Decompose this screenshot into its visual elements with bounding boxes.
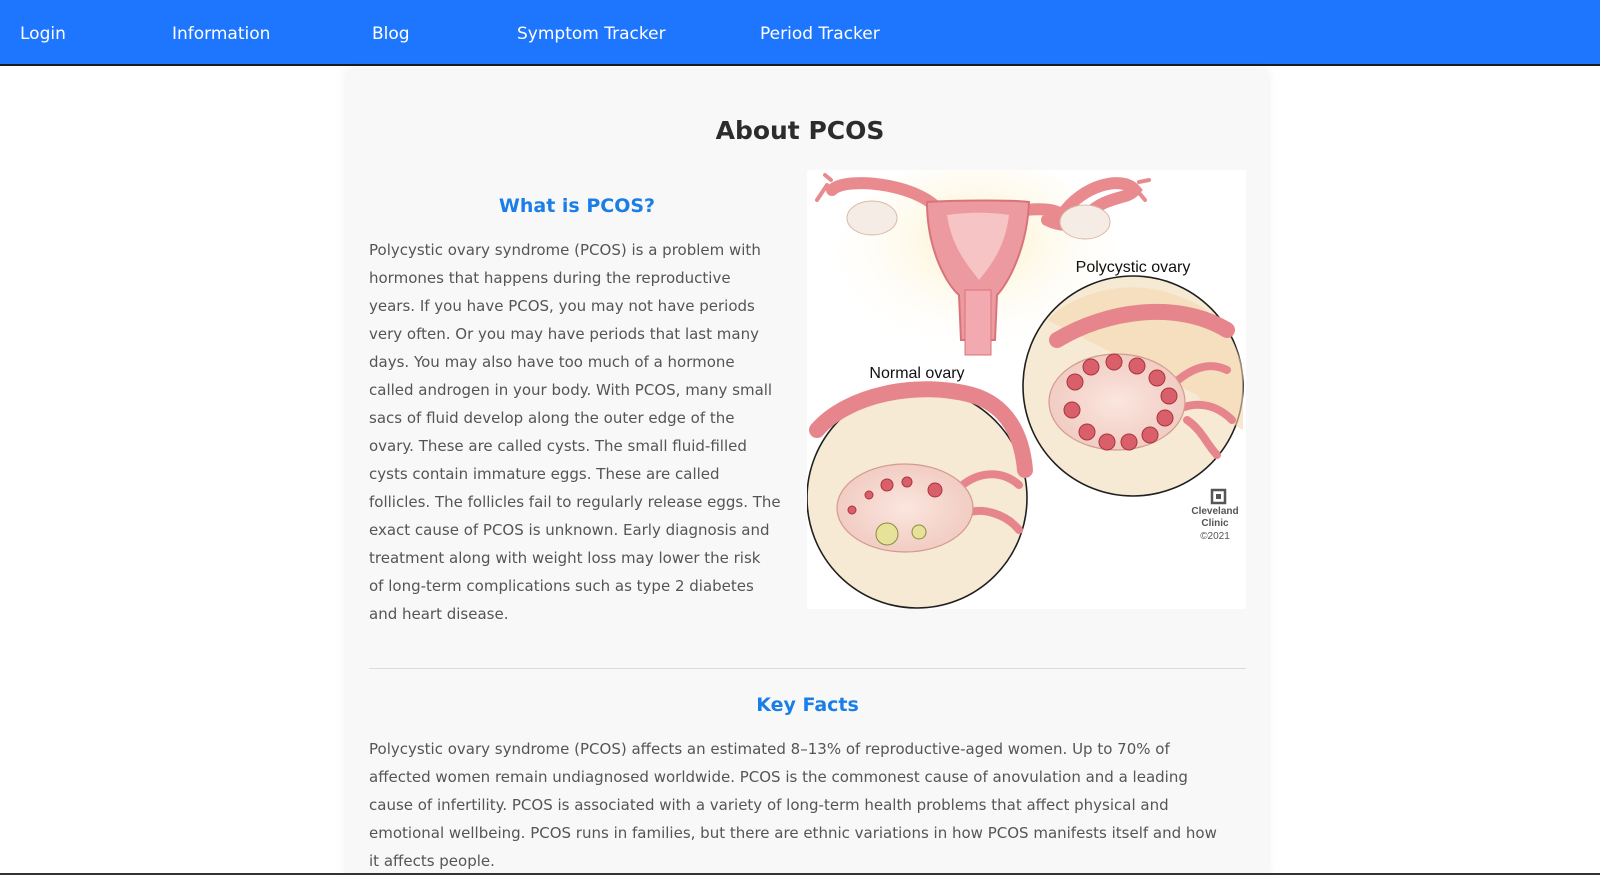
what-is-line: treatment along with weight loss may low… [369, 549, 761, 567]
what-is-pcos-paragraph: Polycystic ovary syndrome (PCOS) is a pr… [369, 236, 781, 628]
what-is-line: Polycystic ovary syndrome (PCOS) is a pr… [369, 241, 761, 259]
nav-information-link[interactable]: Information [172, 22, 270, 46]
key-facts-line: affected women remain undiagnosed worldw… [369, 768, 1188, 786]
key-facts-heading: Key Facts [756, 694, 859, 716]
credit-line1: Cleveland [1191, 506, 1238, 517]
what-is-line: of long-term complications such as type … [369, 577, 754, 595]
what-is-line: days. You may also have too much of a ho… [369, 353, 735, 371]
pcos-illustration: Polycystic ovary Normal ovary Cleveland … [806, 160, 1246, 609]
normal-ovary-label: Normal ovary [869, 365, 964, 382]
top-navbar: Login Information Blog Symptom Tracker P… [0, 0, 1600, 66]
what-is-line: and heart disease. [369, 605, 509, 623]
what-is-line: exact cause of PCOS is unknown. Early di… [369, 521, 770, 539]
nav-blog-link[interactable]: Blog [372, 22, 410, 46]
what-is-line: years. If you have PCOS, you may not hav… [369, 297, 755, 315]
what-is-line: follicles. The follicles fail to regular… [369, 493, 781, 511]
key-facts-line: emotional wellbeing. PCOS runs in famili… [369, 824, 1217, 842]
nav-login-link[interactable]: Login [20, 22, 66, 46]
page-title: About PCOS [715, 116, 885, 145]
what-is-line: cysts contain immature eggs. These are c… [369, 465, 720, 483]
key-facts-paragraph: Polycystic ovary syndrome (PCOS) affects… [369, 735, 1217, 875]
what-is-line: called androgen in your body. With PCOS,… [369, 381, 773, 399]
what-is-line: very often. Or you may have periods that… [369, 325, 759, 343]
what-is-line: ovary. These are called cysts. The small… [369, 437, 747, 455]
section-divider [369, 668, 1246, 669]
key-facts-line: it affects people. [369, 852, 495, 870]
key-facts-line: Polycystic ovary syndrome (PCOS) affects… [369, 740, 1170, 758]
key-facts-line: cause of infertility. PCOS is associated… [369, 796, 1169, 814]
credit-line2: Clinic [1201, 518, 1229, 529]
what-is-line: sacs of fluid develop along the outer ed… [369, 409, 735, 427]
credit-year: ©2021 [1200, 531, 1230, 542]
nav-symptom-tracker-link[interactable]: Symptom Tracker [517, 22, 666, 46]
polycystic-ovary-label: Polycystic ovary [1076, 259, 1191, 276]
nav-period-tracker-link[interactable]: Period Tracker [760, 22, 880, 46]
what-is-pcos-heading: What is PCOS? [498, 195, 656, 217]
cleveland-clinic-logo-icon [1210, 488, 1227, 505]
what-is-line: hormones that happens during the reprodu… [369, 269, 731, 287]
